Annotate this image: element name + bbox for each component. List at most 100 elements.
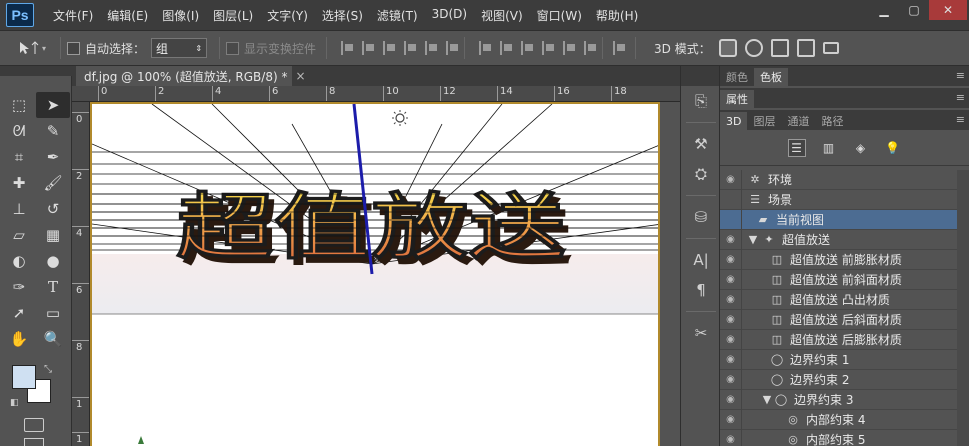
menu-type[interactable]: 文字(Y)	[260, 7, 315, 24]
panel-menu-icon[interactable]: ≡	[956, 113, 965, 126]
scene-item-material[interactable]: ◉ ◫ 超值放送 前膨胀材质	[720, 249, 969, 270]
drag-3d-icon[interactable]	[770, 39, 789, 57]
character-panel-icon[interactable]: A|	[681, 245, 721, 275]
visibility-eye-icon[interactable]	[720, 209, 742, 230]
show-transform-checkbox[interactable]	[226, 41, 240, 55]
rotate-3d-icon[interactable]	[718, 39, 737, 57]
scene-item-constraint[interactable]: ◉ ◯ 边界约束 2	[720, 369, 969, 390]
tab-layers[interactable]: 图层	[747, 112, 781, 130]
align-top-icon[interactable]	[341, 41, 354, 55]
whole-scene-filter-icon[interactable]: ☰	[787, 138, 806, 157]
distribute-top-icon[interactable]	[479, 41, 492, 55]
visibility-eye-icon[interactable]: ◉	[720, 329, 742, 350]
minimize-icon[interactable]: ▁	[869, 0, 899, 20]
pen-tool-icon[interactable]: ✑	[2, 274, 36, 300]
scene-item-current-view[interactable]: ▰ 当前视图	[720, 209, 969, 230]
scene-item-environment[interactable]: ◉ ✲ 环境	[720, 169, 969, 190]
3d-text-object[interactable]: 超值放送 超值放送	[176, 185, 573, 276]
scene-item-material[interactable]: ◉ ◫ 超值放送 前斜面材质	[720, 269, 969, 290]
menu-view[interactable]: 视图(V)	[474, 7, 530, 24]
auto-align-icon[interactable]	[613, 41, 626, 55]
light-icon[interactable]	[392, 110, 408, 126]
scene-item-constraint[interactable]: ◉ ◎ 内部约束 4	[720, 409, 969, 430]
align-hcenter-icon[interactable]	[425, 41, 438, 55]
move-tool-icon[interactable]: ➤	[36, 92, 70, 118]
brush-presets-icon[interactable]: ✂	[681, 318, 721, 348]
history-panel-icon[interactable]: ⎘	[681, 86, 721, 116]
align-vcenter-icon[interactable]	[362, 41, 375, 55]
scene-item-constraint[interactable]: ◉ ◎ 内部约束 5	[720, 429, 969, 446]
lights-filter-icon[interactable]: 💡	[884, 139, 902, 157]
tab-color[interactable]: 颜色	[720, 68, 754, 86]
scene-item-mesh[interactable]: ◉ ▼ ✦ 超值放送	[720, 229, 969, 250]
expand-arrow-icon[interactable]: ▼	[746, 233, 760, 246]
paragraph-panel-icon[interactable]: ¶	[681, 275, 721, 305]
blur-tool-icon[interactable]: ◐	[2, 248, 36, 274]
hand-tool-icon[interactable]: ✋	[2, 326, 36, 352]
auto-select-dropdown[interactable]: 组 ⇕	[151, 38, 208, 58]
distribute-bottom-icon[interactable]	[521, 41, 534, 55]
align-left-icon[interactable]	[404, 41, 417, 55]
history-brush-tool-icon[interactable]: ↺	[36, 196, 70, 222]
visibility-eye-icon[interactable]: ◉	[720, 369, 742, 390]
menu-select[interactable]: 选择(S)	[315, 7, 370, 24]
tab-paths[interactable]: 路径	[815, 112, 849, 130]
default-colors-icon[interactable]: ◧	[10, 398, 19, 408]
swap-colors-icon[interactable]: ⤡	[44, 364, 52, 375]
visibility-eye-icon[interactable]: ◉	[720, 249, 742, 270]
3d-axis-widget-icon[interactable]	[138, 436, 144, 444]
menu-file[interactable]: 文件(F)	[46, 7, 100, 24]
auto-select-checkbox[interactable]	[67, 41, 80, 55]
visibility-eye-icon[interactable]: ◉	[720, 169, 742, 190]
zoom-tool-icon[interactable]: 🔍	[36, 326, 70, 352]
quick-select-tool-icon[interactable]: ✎	[36, 118, 70, 144]
marquee-tool-icon[interactable]: ⬚	[2, 92, 36, 118]
type-tool-icon[interactable]: T	[36, 274, 70, 300]
align-right-icon[interactable]	[446, 41, 459, 55]
distribute-right-icon[interactable]	[584, 41, 597, 55]
shape-tool-icon[interactable]: ▭	[36, 300, 70, 326]
scene-item-scene[interactable]: ☰ 场景	[720, 189, 969, 210]
visibility-eye-icon[interactable]: ◉	[720, 229, 742, 250]
align-bottom-icon[interactable]	[383, 41, 396, 55]
healing-brush-tool-icon[interactable]: ✚	[2, 170, 36, 196]
clone-stamp-tool-icon[interactable]: ⊥	[2, 196, 36, 222]
eyedropper-tool-icon[interactable]: ✒	[36, 144, 70, 170]
crop-tool-icon[interactable]: ⌗	[2, 144, 36, 170]
visibility-eye-icon[interactable]: ◉	[720, 429, 742, 446]
lasso-tool-icon[interactable]: ᘛ	[2, 118, 36, 144]
visibility-eye-icon[interactable]: ◉	[720, 349, 742, 370]
brush-tool-icon[interactable]: 🖌	[36, 170, 70, 196]
scene-item-constraint[interactable]: ◉ ▼ ◯ 边界约束 3	[720, 389, 969, 410]
tab-properties[interactable]: 属性	[720, 90, 754, 108]
tab-channels[interactable]: 通道	[781, 112, 815, 130]
distribute-hcenter-icon[interactable]	[563, 41, 576, 55]
scene-item-material[interactable]: ◉ ◫ 超值放送 后膨胀材质	[720, 329, 969, 350]
layer-comps-icon[interactable]: ⛁	[681, 202, 721, 232]
quick-mask-icon[interactable]	[24, 418, 44, 432]
menu-layer[interactable]: 图层(L)	[206, 7, 260, 24]
dodge-tool-icon[interactable]: ●	[36, 248, 70, 274]
canvas-area[interactable]: 超值放送 超值放送	[90, 102, 680, 446]
adjustments-icon[interactable]: ⛭	[681, 159, 721, 189]
scene-item-material[interactable]: ◉ ◫ 超值放送 凸出材质	[720, 289, 969, 310]
path-select-tool-icon[interactable]: ➚	[2, 300, 36, 326]
visibility-eye-icon[interactable]: ◉	[720, 389, 742, 410]
slide-3d-icon[interactable]	[796, 39, 815, 57]
eraser-tool-icon[interactable]: ▱	[2, 222, 36, 248]
menu-edit[interactable]: 编辑(E)	[100, 7, 155, 24]
move-tool-preset-icon[interactable]: ▾	[18, 41, 54, 55]
visibility-eye-icon[interactable]: ◉	[720, 289, 742, 310]
panel-menu-icon[interactable]: ≡	[956, 91, 965, 104]
scene-item-constraint[interactable]: ◉ ◯ 边界约束 1	[720, 349, 969, 370]
visibility-eye-icon[interactable]: ◉	[720, 409, 742, 430]
meshes-filter-icon[interactable]: ▥	[820, 139, 838, 157]
distribute-left-icon[interactable]	[542, 41, 555, 55]
gradient-tool-icon[interactable]: ▦	[36, 222, 70, 248]
scene-tree-scrollbar[interactable]	[957, 170, 969, 446]
materials-filter-icon[interactable]: ◈	[852, 139, 870, 157]
roll-3d-icon[interactable]	[744, 39, 763, 57]
menu-3d[interactable]: 3D(D)	[425, 7, 474, 24]
foreground-color-swatch[interactable]	[12, 365, 36, 389]
distribute-vcenter-icon[interactable]	[500, 41, 513, 55]
